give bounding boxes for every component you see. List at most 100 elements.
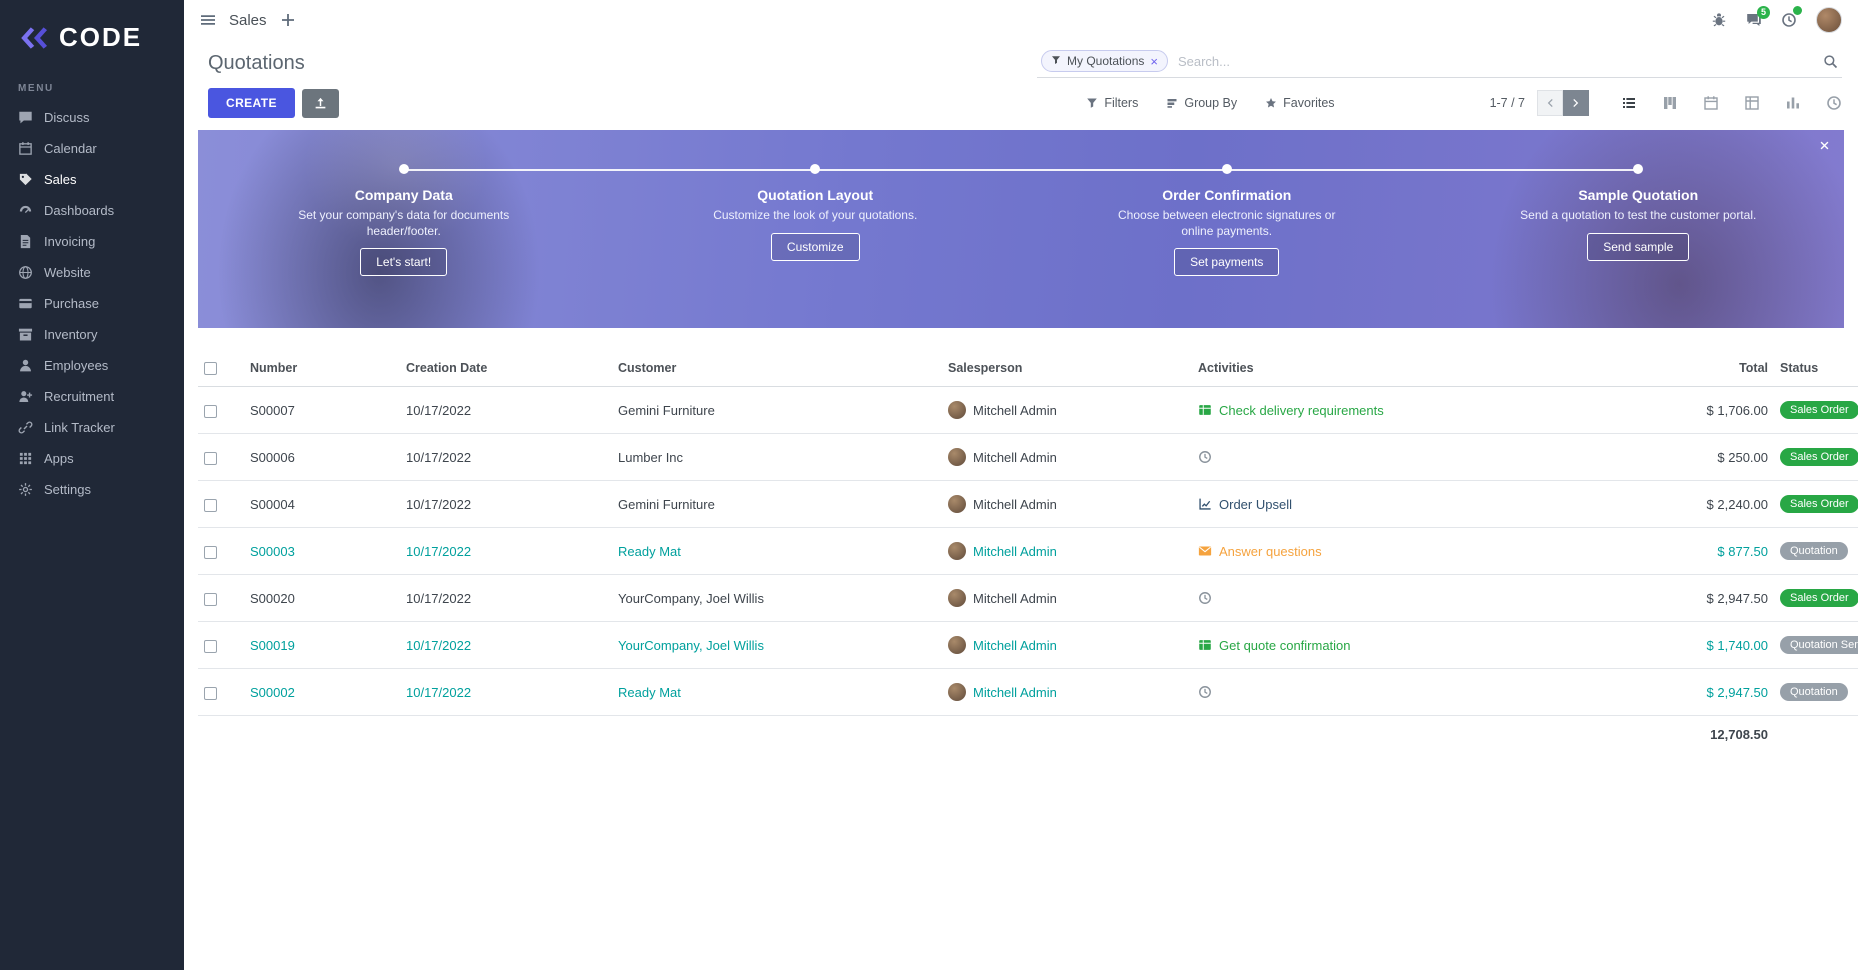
row-checkbox[interactable]	[204, 593, 217, 606]
cell-salesperson: Mitchell Admin	[942, 387, 1192, 434]
row-checkbox[interactable]	[204, 546, 217, 559]
export-button[interactable]	[302, 89, 339, 118]
brand-logo[interactable]: CODE	[0, 0, 184, 69]
clock-icon	[1198, 591, 1212, 605]
website-icon	[18, 265, 33, 280]
pager-previous-button[interactable]	[1537, 90, 1563, 116]
graph-view-icon[interactable]	[1785, 95, 1801, 111]
filters-button[interactable]: Filters	[1086, 96, 1138, 110]
table-row[interactable]: S0000310/17/2022Ready MatMitchell AdminA…	[198, 528, 1858, 575]
cell-salesperson: Mitchell Admin	[942, 528, 1192, 575]
row-checkbox[interactable]	[204, 405, 217, 418]
column-header-total[interactable]: Total	[1484, 350, 1774, 387]
cell-status: Quotation	[1774, 669, 1858, 716]
cell-total: $ 1,740.00	[1484, 622, 1774, 669]
sidebar-item-label: Purchase	[44, 296, 99, 311]
app-title[interactable]: Sales	[229, 12, 267, 29]
cell-total: $ 2,947.50	[1484, 669, 1774, 716]
sidebar-item-invoicing[interactable]: Invoicing	[0, 226, 184, 257]
column-header-status[interactable]: Status	[1774, 350, 1858, 387]
search-icon[interactable]	[1823, 54, 1838, 69]
sidebar-item-settings[interactable]: Settings	[0, 474, 184, 505]
cell-activities[interactable]	[1192, 669, 1484, 716]
cell-activities[interactable]: Answer questions	[1192, 528, 1484, 575]
column-header-creation-date[interactable]: Creation Date	[400, 350, 612, 387]
activities-clock-icon[interactable]	[1781, 12, 1797, 28]
activity-label: Get quote confirmation	[1219, 638, 1351, 653]
cell-number: S00004	[244, 481, 400, 528]
sidebar-item-discuss[interactable]: Discuss	[0, 102, 184, 133]
step-action-button[interactable]: Send sample	[1587, 233, 1689, 261]
cell-status: Sales Order	[1774, 434, 1858, 481]
cell-customer: Ready Mat	[612, 669, 942, 716]
sidebar-item-dashboards[interactable]: Dashboards	[0, 195, 184, 226]
select-all-checkbox[interactable]	[204, 362, 217, 375]
row-checkbox[interactable]	[204, 499, 217, 512]
activity-label: Answer questions	[1219, 544, 1322, 559]
activity-label: Check delivery requirements	[1219, 403, 1384, 418]
navbar-systray: 5	[1711, 7, 1842, 33]
salesperson-avatar	[948, 589, 966, 607]
sidebar-item-link-tracker[interactable]: Link Tracker	[0, 412, 184, 443]
column-header-number[interactable]: Number	[244, 350, 400, 387]
cell-activities[interactable]: Order Upsell	[1192, 481, 1484, 528]
table-row[interactable]: S0000210/17/2022Ready MatMitchell Admin$…	[198, 669, 1858, 716]
search-facet[interactable]: My Quotations ×	[1041, 50, 1168, 72]
salesperson-name: Mitchell Admin	[973, 403, 1057, 418]
debug-bug-icon[interactable]	[1711, 12, 1727, 28]
kanban-view-icon[interactable]	[1662, 95, 1678, 111]
cell-status: Sales Order	[1774, 481, 1858, 528]
row-checkbox[interactable]	[204, 452, 217, 465]
user-avatar[interactable]	[1816, 7, 1842, 33]
sidebar-item-inventory[interactable]: Inventory	[0, 319, 184, 350]
view-switcher	[1621, 95, 1842, 111]
column-header-salesperson[interactable]: Salesperson	[942, 350, 1192, 387]
calendar-view-icon[interactable]	[1703, 95, 1719, 111]
step-action-button[interactable]: Set payments	[1174, 248, 1279, 276]
sidebar-item-calendar[interactable]: Calendar	[0, 133, 184, 164]
cell-activities[interactable]	[1192, 434, 1484, 481]
list-view-icon[interactable]	[1621, 95, 1637, 111]
activity-view-icon[interactable]	[1826, 95, 1842, 111]
create-button[interactable]: CREATE	[208, 88, 295, 118]
hamburger-menu-icon[interactable]	[200, 12, 216, 28]
cell-activities[interactable]: Check delivery requirements	[1192, 387, 1484, 434]
table-row[interactable]: S0000410/17/2022Gemini FurnitureMitchell…	[198, 481, 1858, 528]
add-tab-icon[interactable]	[280, 12, 296, 28]
onboarding-banner: Company DataSet your company's data for …	[198, 130, 1844, 328]
search-bar[interactable]: My Quotations ×	[1037, 48, 1842, 78]
row-checkbox[interactable]	[204, 687, 217, 700]
pager-next-button[interactable]	[1563, 90, 1589, 116]
cell-activities[interactable]: Get quote confirmation	[1192, 622, 1484, 669]
sidebar-item-purchase[interactable]: Purchase	[0, 288, 184, 319]
sidebar-item-website[interactable]: Website	[0, 257, 184, 288]
column-header-activities[interactable]: Activities	[1192, 350, 1484, 387]
table-row[interactable]: S0001910/17/2022YourCompany, Joel Willis…	[198, 622, 1858, 669]
app-root: CODE MENU DiscussCalendarSalesDashboards…	[0, 0, 1858, 970]
table-row[interactable]: S0000710/17/2022Gemini FurnitureMitchell…	[198, 387, 1858, 434]
step-action-button[interactable]: Customize	[771, 233, 860, 261]
sidebar-item-apps[interactable]: Apps	[0, 443, 184, 474]
facet-remove-icon[interactable]: ×	[1150, 55, 1158, 68]
sidebar-item-sales[interactable]: Sales	[0, 164, 184, 195]
banner-close-icon[interactable]	[1818, 139, 1831, 152]
sidebar-item-label: Settings	[44, 482, 91, 497]
group-by-button[interactable]: Group By	[1166, 96, 1237, 110]
favorites-button[interactable]: Favorites	[1265, 96, 1334, 110]
table-row[interactable]: S0000610/17/2022Lumber IncMitchell Admin…	[198, 434, 1858, 481]
search-input[interactable]	[1168, 51, 1823, 72]
cell-activities[interactable]	[1192, 575, 1484, 622]
sidebar-item-recruitment[interactable]: Recruitment	[0, 381, 184, 412]
step-description: Choose between electronic signatures or …	[1104, 208, 1349, 239]
messages-icon[interactable]: 5	[1746, 12, 1762, 28]
star-icon	[1265, 97, 1277, 109]
row-checkbox[interactable]	[204, 640, 217, 653]
recruitment-icon	[18, 389, 33, 404]
step-action-button[interactable]: Let's start!	[360, 248, 447, 276]
cell-creation-date: 10/17/2022	[400, 434, 612, 481]
status-badge: Sales Order	[1780, 401, 1858, 419]
sidebar-item-employees[interactable]: Employees	[0, 350, 184, 381]
table-row[interactable]: S0002010/17/2022YourCompany, Joel Willis…	[198, 575, 1858, 622]
column-header-customer[interactable]: Customer	[612, 350, 942, 387]
pivot-view-icon[interactable]	[1744, 95, 1760, 111]
